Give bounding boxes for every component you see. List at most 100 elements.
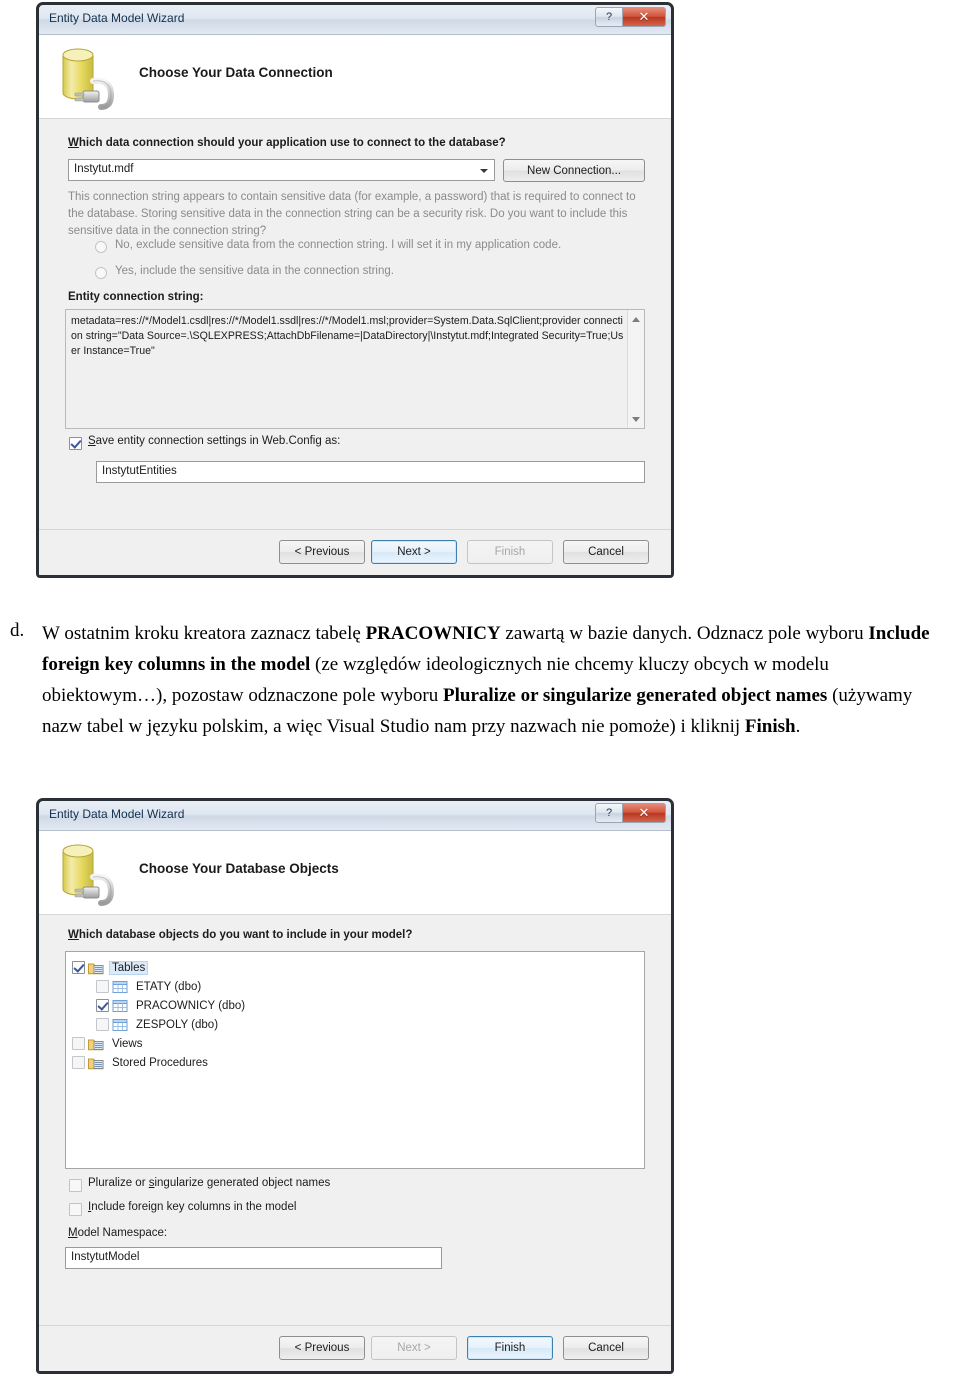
entities-name-input[interactable]: InstytutEntities	[96, 461, 645, 483]
dialog2-window-title: Entity Data Model Wizard	[49, 807, 185, 821]
tree-item-label: ETATY (dbo)	[136, 980, 202, 993]
dialog1-window-buttons: ? ✕	[595, 7, 666, 27]
tree-item-zespoly-dbo[interactable]: ZESPOLY (dbo)	[72, 1015, 644, 1034]
instruction-paragraph: W ostatnim kroku kreatora zaznacz tabelę…	[42, 618, 954, 742]
next-button-label: Next >	[397, 546, 431, 558]
tree-item-checkbox[interactable]	[96, 980, 109, 993]
scroll-up-icon[interactable]	[628, 311, 644, 327]
include-foreign-key-checkbox-label: Include foreign key columns in the model	[88, 1201, 297, 1213]
pluralize-label-b: ingularize generated object names	[154, 1177, 331, 1189]
help-icon[interactable]: ?	[595, 803, 623, 823]
database-connection-icon	[55, 41, 125, 113]
dialog1-footer: < Previous Next > Finish Cancel	[39, 529, 671, 575]
entity-connection-string-value: metadata=res://*/Model1.csdl|res://*/Mod…	[71, 315, 624, 357]
paragraph-part-5: Pluralize or singularize generated objec…	[443, 685, 828, 706]
tree-item-checkbox[interactable]	[72, 961, 85, 974]
entity-data-model-wizard-dialog-2: Entity Data Model Wizard ? ✕ Choose Your…	[36, 798, 674, 1374]
cancel-button[interactable]: Cancel	[563, 540, 649, 564]
next-button[interactable]: Next >	[371, 540, 457, 564]
pluralize-label-a: Pluralize or	[88, 1177, 149, 1189]
help-icon[interactable]: ?	[595, 7, 623, 27]
tree-item-label: Tables	[109, 960, 149, 975]
radio-include-sensitive[interactable]	[95, 267, 107, 279]
data-connection-combo[interactable]: Instytut.mdf	[68, 159, 495, 181]
tree-item-checkbox[interactable]	[72, 1056, 85, 1069]
page-root: Entity Data Model Wizard ? ✕ Choose Your…	[0, 0, 960, 1378]
paragraph-part-0: W ostatnim kroku kreatora zaznacz tabelę	[42, 623, 366, 644]
dialog2-window-buttons: ? ✕	[595, 803, 666, 823]
radio-include-sensitive-label: Yes, include the sensitive data in the c…	[115, 265, 394, 277]
previous-button[interactable]: < Previous	[279, 1336, 365, 1360]
entity-connection-string-scrollbar[interactable]	[627, 310, 644, 428]
tree-item-views[interactable]: Views	[72, 1034, 644, 1053]
dialog1-page-title: Choose Your Data Connection	[139, 65, 333, 80]
save-connection-settings-label: Save entity connection settings in Web.C…	[88, 435, 341, 447]
save-connection-settings-checkbox[interactable]	[69, 437, 82, 450]
database-objects-tree[interactable]: Tables ETATY (dbo) PRACOWNICY (dbo) ZESPOLY…	[65, 951, 645, 1169]
finish-button: Finish	[467, 540, 553, 564]
next-button: Next >	[371, 1336, 457, 1360]
model-namespace-label: Model Namespace:	[68, 1227, 168, 1239]
cancel-button-label: Cancel	[588, 1342, 624, 1354]
paragraph-part-7: Finish	[744, 716, 796, 737]
tree-item-etaty-dbo[interactable]: ETATY (dbo)	[72, 977, 644, 996]
paragraph-part-2: zawartą w bazie danych. Odznacz pole wyb…	[500, 623, 869, 644]
views-folder-icon	[88, 1037, 104, 1051]
finish-button-label: Finish	[494, 546, 526, 558]
tree-item-pracownicy-dbo[interactable]: PRACOWNICY (dbo)	[72, 996, 644, 1015]
entity-data-model-wizard-dialog-1: Entity Data Model Wizard ? ✕ Choose Your…	[36, 2, 674, 578]
entity-connection-string-box[interactable]: metadata=res://*/Model1.csdl|res://*/Mod…	[65, 309, 645, 429]
tree-item-tables[interactable]: Tables	[72, 958, 644, 977]
model-namespace-input[interactable]: InstytutModel	[65, 1247, 442, 1269]
tree-item-label: Views	[112, 1037, 143, 1050]
finish-button[interactable]: Finish	[467, 1336, 553, 1360]
finish-button-label: Finish	[494, 1342, 526, 1354]
database-connection-icon	[55, 837, 125, 909]
close-icon[interactable]: ✕	[622, 803, 666, 823]
tree-item-checkbox[interactable]	[96, 1018, 109, 1031]
paragraph-part-1: PRACOWNICY	[365, 623, 501, 644]
entity-connection-string-label: Entity connection string:	[68, 291, 204, 303]
model-namespace-value: InstytutModel	[71, 1251, 140, 1263]
radio-exclude-sensitive[interactable]	[95, 241, 107, 253]
scroll-down-icon[interactable]	[628, 411, 644, 427]
tree-item-label: PRACOWNICY (dbo)	[136, 999, 246, 1012]
pluralize-checkbox-label: Pluralize or singularize generated objec…	[88, 1177, 331, 1189]
dialog2-page-title: Choose Your Database Objects	[139, 861, 339, 876]
previous-button-label: < Previous	[294, 1342, 350, 1354]
foreign-key-label-rest: nclude foreign key columns in the model	[91, 1201, 297, 1213]
dialog1-question-label: Which data connection should your applic…	[68, 137, 506, 149]
save-connection-settings-label-rest: ave entity connection settings in Web.Co…	[95, 435, 341, 447]
data-connection-value: Instytut.mdf	[74, 163, 134, 175]
new-connection-label: New Connection...	[527, 164, 621, 177]
previous-button[interactable]: < Previous	[279, 540, 365, 564]
tree-item-label: ZESPOLY (dbo)	[136, 1018, 219, 1031]
dialog2-titlebar[interactable]: Entity Data Model Wizard ? ✕	[39, 801, 671, 831]
tree-item-stored-procedures[interactable]: Stored Procedures	[72, 1053, 644, 1072]
table-icon	[112, 980, 128, 994]
table-icon	[112, 1018, 128, 1032]
dialog1-titlebar[interactable]: Entity Data Model Wizard ? ✕	[39, 5, 671, 35]
dialog2-question-rest: hich database objects do you want to inc…	[78, 929, 413, 941]
pluralize-checkbox[interactable]	[69, 1179, 82, 1192]
paragraph-part-8: .	[795, 716, 801, 737]
tree-item-checkbox[interactable]	[72, 1037, 85, 1050]
chevron-down-icon	[480, 169, 488, 173]
include-foreign-key-checkbox[interactable]	[69, 1203, 82, 1216]
dialog2-header: Choose Your Database Objects	[39, 831, 671, 915]
new-connection-button[interactable]: New Connection...	[503, 159, 645, 182]
cancel-button[interactable]: Cancel	[563, 1336, 649, 1360]
tree-item-checkbox[interactable]	[96, 999, 109, 1012]
close-icon[interactable]: ✕	[622, 7, 666, 27]
entities-name-value: InstytutEntities	[102, 465, 177, 477]
dialog2-question-label: Which database objects do you want to in…	[68, 929, 413, 941]
dialog2-footer: < Previous Next > Finish Cancel	[39, 1325, 671, 1371]
list-marker: d.	[10, 620, 25, 641]
radio-exclude-sensitive-label: No, exclude sensitive data from the conn…	[115, 239, 562, 251]
tree-item-label: Stored Procedures	[112, 1056, 208, 1069]
dialog1-header: Choose Your Data Connection	[39, 35, 671, 119]
table-icon	[112, 999, 128, 1013]
model-namespace-label-rest: odel Namespace:	[77, 1227, 168, 1239]
cancel-button-label: Cancel	[588, 546, 624, 558]
dialog1-body: Which data connection should your applic…	[39, 119, 671, 575]
